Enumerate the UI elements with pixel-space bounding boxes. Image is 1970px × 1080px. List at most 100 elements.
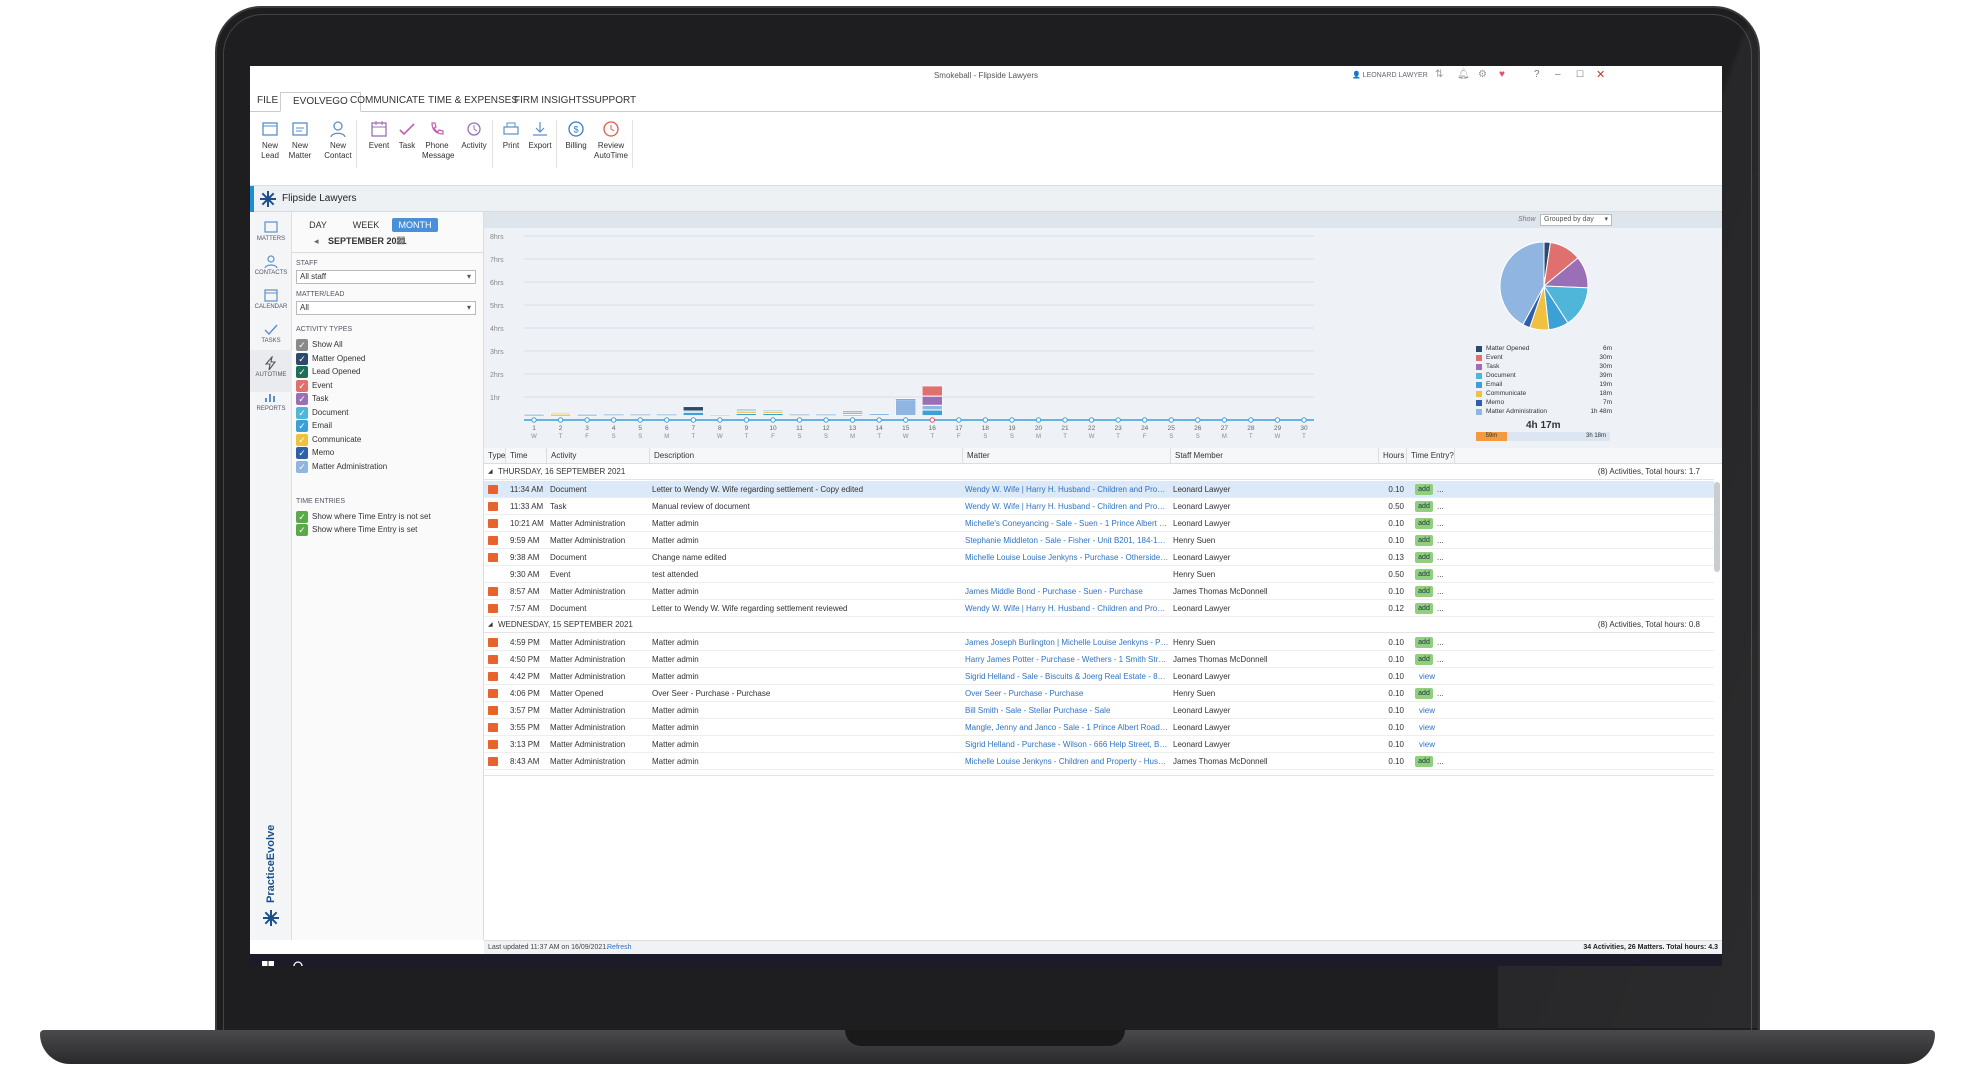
bar-segment[interactable] xyxy=(683,412,704,416)
day-marker[interactable] xyxy=(690,417,697,423)
row-matter[interactable]: Michelle Louise Louise Jenkyns - Purchas… xyxy=(965,549,1169,566)
col-description[interactable]: Description xyxy=(650,448,963,464)
task-button[interactable]: Task xyxy=(396,120,418,151)
activity-button[interactable]: Activity xyxy=(460,120,488,151)
grouping-select[interactable]: Grouped by day ▾ xyxy=(1540,214,1612,226)
print-button[interactable]: Print xyxy=(500,120,522,151)
event-button[interactable]: Event xyxy=(368,120,390,151)
activity-type-checkbox[interactable]: ✓ Memo xyxy=(296,447,334,459)
new-contact-button[interactable]: New Contact xyxy=(324,120,352,161)
row-matter[interactable]: Wendy W. Wife | Harry H. Husband - Child… xyxy=(965,481,1169,498)
calendar-picker-icon[interactable]: ▦ xyxy=(396,235,405,246)
bar-segment[interactable] xyxy=(550,413,571,415)
activity-type-checkbox[interactable]: ✓ Communicate xyxy=(296,433,361,446)
row-matter[interactable]: Michelle's Coneyancing - Sale - Suen - 1… xyxy=(965,515,1169,532)
col-matter[interactable]: Matter xyxy=(963,448,1171,464)
day-marker[interactable] xyxy=(1141,417,1148,423)
matter-select[interactable]: All xyxy=(296,301,476,315)
close-icon[interactable]: ✕ xyxy=(1596,68,1605,81)
row-matter[interactable]: Stephanie Middleton - Sale - Fisher - Un… xyxy=(965,532,1169,549)
bar-segment[interactable] xyxy=(550,412,571,414)
table-row[interactable]: 9:59 AM Matter Administration Matter admin… xyxy=(484,532,1714,549)
table-row[interactable]: 3:13 PM Matter Administration Matter admin… xyxy=(484,736,1714,753)
add-time-entry-button[interactable]: add xyxy=(1415,518,1433,529)
day-marker[interactable] xyxy=(823,417,829,423)
row-matter[interactable]: Michelle Louise Jenkyns - Children and P… xyxy=(965,753,1169,770)
more-icon[interactable]: ... xyxy=(1437,566,1444,583)
prev-month-icon[interactable]: ◂ xyxy=(314,236,319,247)
row-matter[interactable]: Sigrid Helland - Sale - Biscuits & Joerg… xyxy=(965,668,1169,685)
bar-segment[interactable] xyxy=(683,406,704,412)
maximize-icon[interactable]: ☐ xyxy=(1576,69,1584,80)
bar-segment[interactable] xyxy=(523,413,545,415)
day-marker[interactable] xyxy=(1301,417,1307,423)
add-time-entry-button[interactable]: add xyxy=(1415,552,1433,563)
row-matter[interactable]: James Middle Bond - Purchase - Suen - Pu… xyxy=(965,583,1169,600)
day-marker[interactable] xyxy=(903,417,909,423)
table-row[interactable]: 4:42 PM Matter Administration Matter admin… xyxy=(484,668,1714,685)
add-time-entry-button[interactable]: add xyxy=(1415,535,1433,546)
bar-segment[interactable] xyxy=(736,413,757,416)
table-row[interactable]: 8:57 AM Matter Administration Matter admin… xyxy=(484,583,1714,600)
activity-type-checkbox[interactable]: ✓ Matter Administration xyxy=(296,460,387,473)
table-row[interactable]: 9:38 AM Document Change name edited Michell… xyxy=(484,549,1714,566)
table-row[interactable]: 8:43 AM Matter Administration Matter admin… xyxy=(484,753,1714,770)
bar-segment[interactable] xyxy=(922,396,943,406)
table-row[interactable]: 4:06 PM Matter Opened Over Seer - Purchase… xyxy=(484,685,1714,702)
review-autotime-button[interactable]: Review AutoTime xyxy=(594,120,628,161)
day-marker[interactable] xyxy=(929,417,935,423)
minimize-icon[interactable]: – xyxy=(1555,69,1561,80)
day-marker[interactable] xyxy=(557,417,564,423)
day-marker[interactable] xyxy=(1035,417,1042,423)
bar-segment[interactable] xyxy=(922,410,943,416)
day-marker[interactable] xyxy=(1274,417,1281,423)
more-icon[interactable]: ... xyxy=(1437,515,1444,532)
bar-segment[interactable] xyxy=(868,413,890,416)
time-entry-set-checkbox[interactable]: ✓ Show where Time Entry is set xyxy=(296,524,417,536)
more-icon[interactable]: ... xyxy=(1437,583,1444,600)
activity-type-checkbox[interactable]: ✓ Email xyxy=(296,420,332,432)
view-time-entry-link[interactable]: view xyxy=(1419,702,1435,719)
tab-support[interactable]: SUPPORT xyxy=(576,92,648,112)
row-matter[interactable]: Harry James Potter - Purchase - Wethers … xyxy=(965,651,1169,668)
search-icon[interactable] xyxy=(290,960,304,966)
new-lead-button[interactable]: New Lead xyxy=(258,120,282,161)
activity-type-checkbox[interactable]: ✓ Lead Opened xyxy=(296,366,361,378)
bar-segment[interactable] xyxy=(683,411,704,413)
bar-segment[interactable] xyxy=(736,408,757,412)
add-time-entry-button[interactable]: add xyxy=(1415,756,1433,767)
day-marker[interactable] xyxy=(531,417,537,423)
view-day-button[interactable]: DAY xyxy=(298,218,338,232)
user-name[interactable]: 👤 LEONARD LAWYER xyxy=(1352,71,1428,79)
day-marker[interactable] xyxy=(956,417,962,423)
more-icon[interactable]: ... xyxy=(1437,481,1444,498)
col-hours[interactable]: Hours xyxy=(1379,448,1407,464)
heart-icon[interactable]: ♥ xyxy=(1499,69,1505,80)
table-row[interactable]: 3:55 PM Matter Administration Matter admin… xyxy=(484,719,1714,736)
day-marker[interactable] xyxy=(584,417,590,423)
view-time-entry-link[interactable]: view xyxy=(1419,668,1435,685)
new-matter-button[interactable]: New Matter xyxy=(288,120,312,161)
table-row[interactable]: 11:34 AM Document Letter to Wendy W. Wife … xyxy=(484,481,1714,498)
bar-segment[interactable] xyxy=(523,414,545,417)
add-time-entry-button[interactable]: add xyxy=(1415,484,1433,495)
group-toggle-icon[interactable]: ◢ xyxy=(488,617,493,633)
nav-reports[interactable]: REPORTS xyxy=(250,384,292,426)
col-time[interactable]: Time xyxy=(506,448,547,464)
view-time-entry-link[interactable]: view xyxy=(1419,736,1435,753)
bell-icon[interactable]: 🔔︎ xyxy=(1457,69,1470,80)
add-time-entry-button[interactable]: add xyxy=(1415,654,1433,665)
day-marker[interactable] xyxy=(610,417,617,423)
activity-type-checkbox[interactable]: ✓ Matter Opened xyxy=(296,352,365,365)
row-matter[interactable]: Sigrid Helland - Purchase - Wilson - 666… xyxy=(965,736,1169,753)
bar-segment[interactable] xyxy=(709,414,731,417)
time-entry-not-set-checkbox[interactable]: ✓ Show where Time Entry is not set xyxy=(296,511,431,523)
table-row[interactable]: 9:30 AM Event test attended Henry Suen 0.50 a… xyxy=(484,566,1714,583)
day-marker[interactable] xyxy=(1062,417,1068,423)
table-row[interactable]: 7:57 AM Document Letter to Wendy W. Wife r… xyxy=(484,600,1714,617)
add-time-entry-button[interactable]: add xyxy=(1415,569,1433,580)
row-matter[interactable]: Over Seer - Purchase - Purchase xyxy=(965,685,1169,702)
col-time-entry[interactable]: Time Entry? xyxy=(1407,448,1455,464)
row-matter[interactable]: Bill Smith - Sale - Stellar Purchase - S… xyxy=(965,702,1169,719)
more-icon[interactable]: ... xyxy=(1437,685,1444,702)
